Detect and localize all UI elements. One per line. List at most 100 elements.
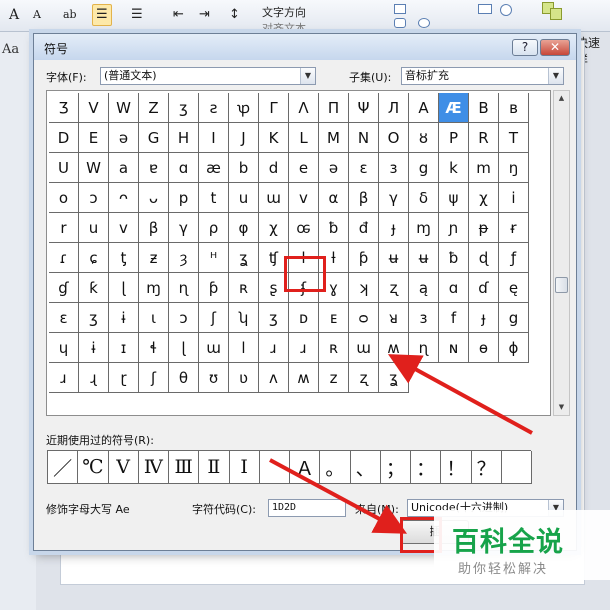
symbol-cell[interactable]: ᴗ xyxy=(139,183,169,213)
symbol-cell[interactable]: ʍ xyxy=(289,363,319,393)
symbol-cell[interactable]: ᴴ xyxy=(199,243,229,273)
symbol-cell[interactable]: t xyxy=(199,183,229,213)
symbol-cell[interactable]: ᴑ xyxy=(349,303,379,333)
symbol-cell[interactable]: Λ xyxy=(289,93,319,123)
symbol-cell[interactable]: L xyxy=(289,123,319,153)
symbol-cell[interactable]: Z xyxy=(139,93,169,123)
symbol-cell[interactable]: ɕ xyxy=(79,243,109,273)
symbol-cell[interactable]: ᴅ xyxy=(289,303,319,333)
symbol-cell[interactable]: ę xyxy=(499,273,529,303)
shapes-gallery[interactable] xyxy=(392,2,522,30)
symbol-cell[interactable]: đ xyxy=(349,213,379,243)
symbol-cell[interactable]: ƙ xyxy=(79,273,109,303)
symbol-cell[interactable]: ψ xyxy=(439,183,469,213)
recent-symbol-cell[interactable]: Ⅳ xyxy=(138,451,169,484)
symbol-cell[interactable]: χ xyxy=(259,213,289,243)
symbol-cell[interactable]: I xyxy=(199,123,229,153)
symbol-cell[interactable]: ɯ xyxy=(349,333,379,363)
symbol-cell[interactable]: ɫ xyxy=(289,243,319,273)
symbol-cell[interactable]: ɳ xyxy=(169,273,199,303)
symbol-cell[interactable]: α xyxy=(319,183,349,213)
symbol-cell[interactable]: k xyxy=(439,153,469,183)
recent-symbol-cell[interactable]: ； xyxy=(380,451,411,484)
symbol-cell[interactable]: γ xyxy=(379,183,409,213)
symbol-cell[interactable]: P xyxy=(439,123,469,153)
symbol-cell[interactable]: ʄ xyxy=(289,273,319,303)
symbol-cell[interactable]: ɩ xyxy=(139,303,169,333)
line-spacing-button[interactable]: ↕ xyxy=(226,4,243,26)
recent-symbol-cell[interactable] xyxy=(501,451,532,484)
symbol-cell[interactable]: ʓ xyxy=(229,243,259,273)
symbol-cell[interactable]: ɛ xyxy=(349,153,379,183)
symbol-cell[interactable]: ɜ xyxy=(379,153,409,183)
symbol-cell[interactable]: z xyxy=(319,363,349,393)
symbol-cell[interactable]: ʀ xyxy=(229,273,259,303)
symbol-cell[interactable]: ɽ xyxy=(109,363,139,393)
font-size-grow-button[interactable]: A xyxy=(6,4,22,26)
symbol-cell[interactable]: ƫ xyxy=(109,243,139,273)
symbol-cell[interactable]: g xyxy=(409,153,439,183)
symbol-cell[interactable]: f xyxy=(439,303,469,333)
symbol-cell[interactable]: ŋ xyxy=(499,153,529,183)
help-button[interactable]: ? xyxy=(512,39,538,56)
recent-symbol-cell[interactable]: Ⅴ xyxy=(108,451,139,484)
increase-indent-button[interactable]: ⇥ xyxy=(196,4,213,26)
symbol-cell[interactable]: ɲ xyxy=(439,213,469,243)
symbol-cell[interactable]: ɹ xyxy=(259,333,289,363)
symbol-cell[interactable]: ʓ xyxy=(379,363,409,393)
symbol-cell[interactable]: ȣ xyxy=(409,123,439,153)
symbol-cell[interactable]: u xyxy=(79,213,109,243)
symbol-cell[interactable]: O xyxy=(379,123,409,153)
symbol-cell[interactable]: R xyxy=(469,123,499,153)
symbol-cell[interactable]: ą xyxy=(409,273,439,303)
symbol-cell[interactable]: ɬ xyxy=(139,333,169,363)
font-size-shrink-button[interactable]: A xyxy=(30,4,44,26)
recent-symbol-cell[interactable]: Ⅰ xyxy=(229,451,260,484)
symbol-cell[interactable]: ɭ xyxy=(169,333,199,363)
close-button[interactable]: ✕ xyxy=(540,39,570,56)
symbol-cell[interactable]: ɭ xyxy=(109,273,139,303)
symbol-cell[interactable]: ɪ xyxy=(109,333,139,363)
symbol-cell[interactable]: D xyxy=(49,123,79,153)
recent-symbol-cell[interactable]: Ａ xyxy=(290,451,321,484)
symbol-cell[interactable]: ƀ xyxy=(319,213,349,243)
symbol-cell[interactable]: ɳ xyxy=(409,333,439,363)
symbol-cell[interactable]: ʮ xyxy=(229,303,259,333)
symbol-cell[interactable]: e xyxy=(289,153,319,183)
subset-select[interactable]: 音标扩充 ▼ xyxy=(401,67,564,85)
symbol-cell[interactable]: ꝕ xyxy=(229,93,259,123)
symbol-cell[interactable]: ʉ xyxy=(379,243,409,273)
symbol-cell[interactable]: ɐ xyxy=(139,153,169,183)
symbol-cell[interactable]: r xyxy=(49,213,79,243)
symbol-cell[interactable]: ƨ xyxy=(199,93,229,123)
symbol-cell[interactable]: T xyxy=(499,123,529,153)
symbol-cell[interactable]: ɾ xyxy=(49,243,79,273)
scrollbar-thumb[interactable] xyxy=(555,277,568,293)
recent-symbol-cell[interactable]: ？ xyxy=(471,451,502,484)
symbol-cell[interactable]: ɟ xyxy=(379,213,409,243)
chevron-down-icon[interactable]: ▼ xyxy=(548,68,563,84)
symbol-cell[interactable]: ʞ xyxy=(349,273,379,303)
symbol-cell[interactable]: K xyxy=(259,123,289,153)
symbol-cell[interactable]: Ψ xyxy=(349,93,379,123)
symbol-cell[interactable]: φ xyxy=(229,213,259,243)
numbering-button[interactable]: ☰ xyxy=(128,4,146,26)
symbol-cell[interactable]: ɜ xyxy=(409,303,439,333)
symbol-cell[interactable]: ɔ xyxy=(79,183,109,213)
symbol-cell[interactable]: ᵽ xyxy=(469,213,499,243)
symbol-cell[interactable]: ɑ xyxy=(439,273,469,303)
symbol-cell[interactable]: ƀ xyxy=(439,243,469,273)
symbol-cell[interactable]: ʒ xyxy=(79,303,109,333)
symbol-cell[interactable]: β xyxy=(139,213,169,243)
symbol-cell[interactable]: Æ xyxy=(439,93,469,123)
symbol-cell[interactable]: G xyxy=(139,123,169,153)
symbol-cell[interactable]: b xyxy=(229,153,259,183)
symbol-cell[interactable]: i xyxy=(499,183,529,213)
symbol-cell[interactable]: ᴖ xyxy=(109,183,139,213)
symbol-cell[interactable]: Л xyxy=(379,93,409,123)
symbol-cell[interactable]: Ʒ xyxy=(49,93,79,123)
symbol-cell[interactable]: W xyxy=(109,93,139,123)
symbol-cell[interactable]: ƥ xyxy=(199,273,229,303)
recent-symbol-cell[interactable]: ！ xyxy=(441,451,472,484)
symbol-cell[interactable]: ƚ xyxy=(319,243,349,273)
